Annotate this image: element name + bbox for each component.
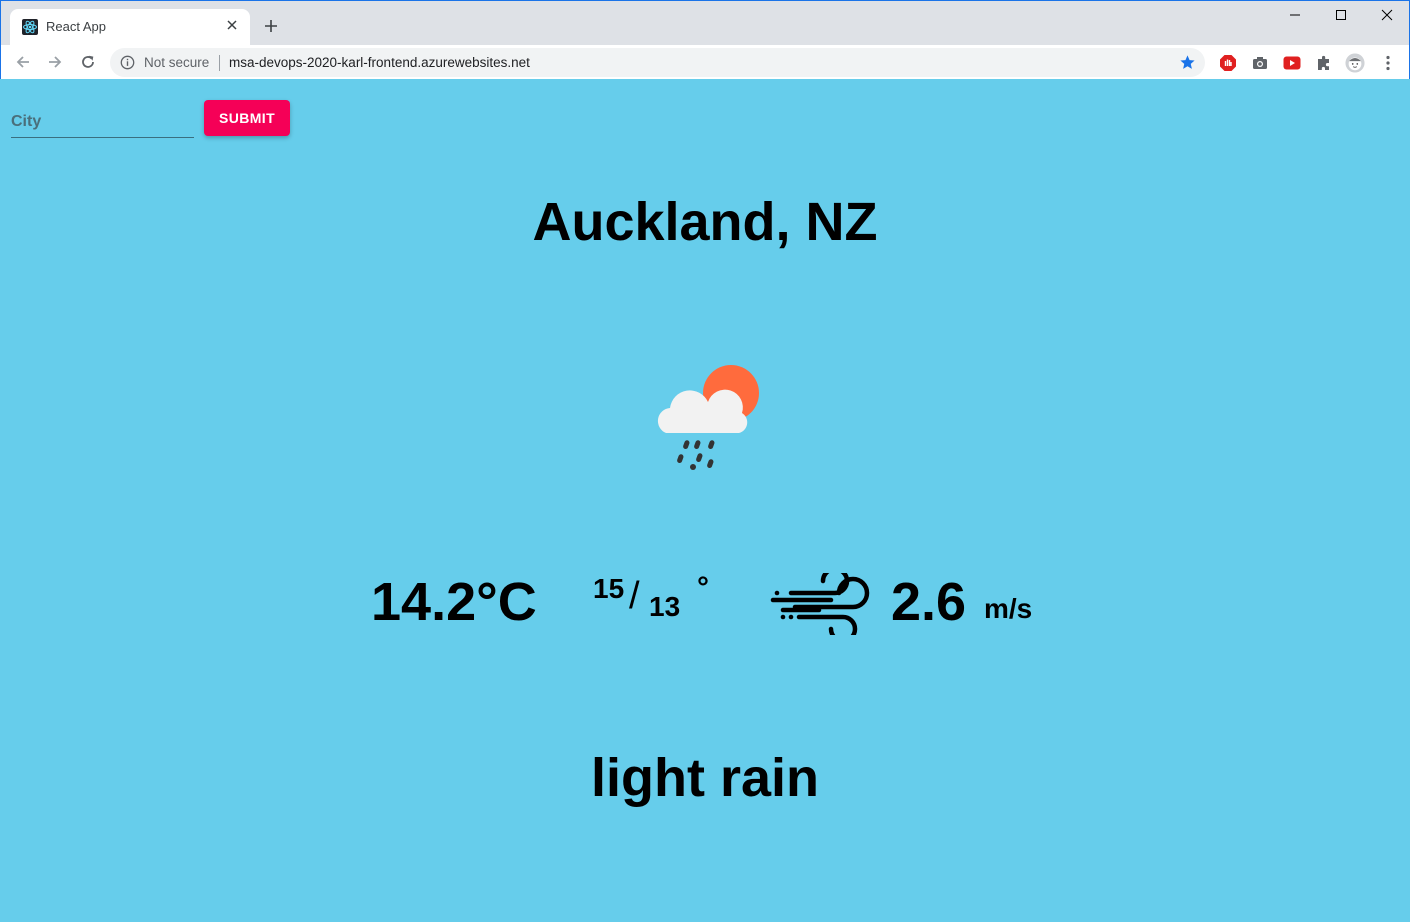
wind-unit: m/s	[984, 593, 1033, 624]
weather-stats: 14.2°C 15 / 13 ° 2.6 m/s	[1, 571, 1409, 641]
youtube-extension-icon[interactable]	[1282, 53, 1302, 73]
chrome-menu-icon[interactable]	[1378, 53, 1398, 73]
location-title: Auckland, NZ	[532, 192, 878, 252]
browser-tab[interactable]: React App	[10, 9, 250, 45]
minimize-icon[interactable]	[1283, 5, 1307, 25]
close-window-icon[interactable]	[1375, 5, 1399, 25]
url-text[interactable]: msa-devops-2020-karl-frontend.azurewebsi…	[229, 55, 530, 70]
react-icon	[22, 19, 38, 35]
back-icon[interactable]	[12, 51, 34, 73]
submit-button[interactable]: SUBMIT	[204, 100, 290, 136]
forward-icon[interactable]	[44, 51, 66, 73]
profile-avatar-icon[interactable]	[1345, 53, 1365, 73]
min-temperature: 13	[649, 591, 681, 622]
current-temperature: 14.2°C	[371, 572, 537, 632]
tab-title: React App	[46, 19, 106, 34]
city-input[interactable]	[11, 111, 194, 133]
address-bar[interactable]: Not secure msa-devops-2020-karl-frontend…	[110, 48, 1205, 77]
puzzle-extensions-icon[interactable]	[1314, 53, 1334, 73]
max-temperature: 15	[593, 573, 625, 604]
city-field	[11, 103, 194, 138]
new-tab-icon[interactable]	[261, 16, 281, 36]
browser-toolbar: Not secure msa-devops-2020-karl-frontend…	[1, 45, 1409, 80]
adblock-extension-icon[interactable]	[1218, 53, 1238, 73]
bookmark-star-icon[interactable]	[1179, 54, 1196, 71]
degree-symbol: °	[697, 571, 709, 604]
cloud-sun-rain-icon	[657, 365, 759, 470]
wind-speed: 2.6	[891, 572, 967, 632]
weather-app: SUBMIT Auckland, NZ 14.2°C 15 / 13 °	[1, 79, 1409, 921]
security-label[interactable]: Not secure	[144, 55, 209, 70]
maximize-icon[interactable]	[1329, 5, 1353, 25]
range-separator: /	[629, 575, 640, 617]
camera-extension-icon[interactable]	[1250, 53, 1270, 73]
info-icon[interactable]	[120, 55, 135, 70]
close-tab-icon[interactable]	[224, 17, 240, 33]
address-divider	[219, 55, 220, 71]
weather-description: light rain	[591, 748, 819, 808]
temperature-range: 15 / 13 °	[593, 571, 723, 633]
reload-icon[interactable]	[77, 51, 99, 73]
browser-chrome: React App Not secure msa-devops-2020-kar…	[0, 0, 1410, 80]
wind-icon	[770, 573, 870, 635]
